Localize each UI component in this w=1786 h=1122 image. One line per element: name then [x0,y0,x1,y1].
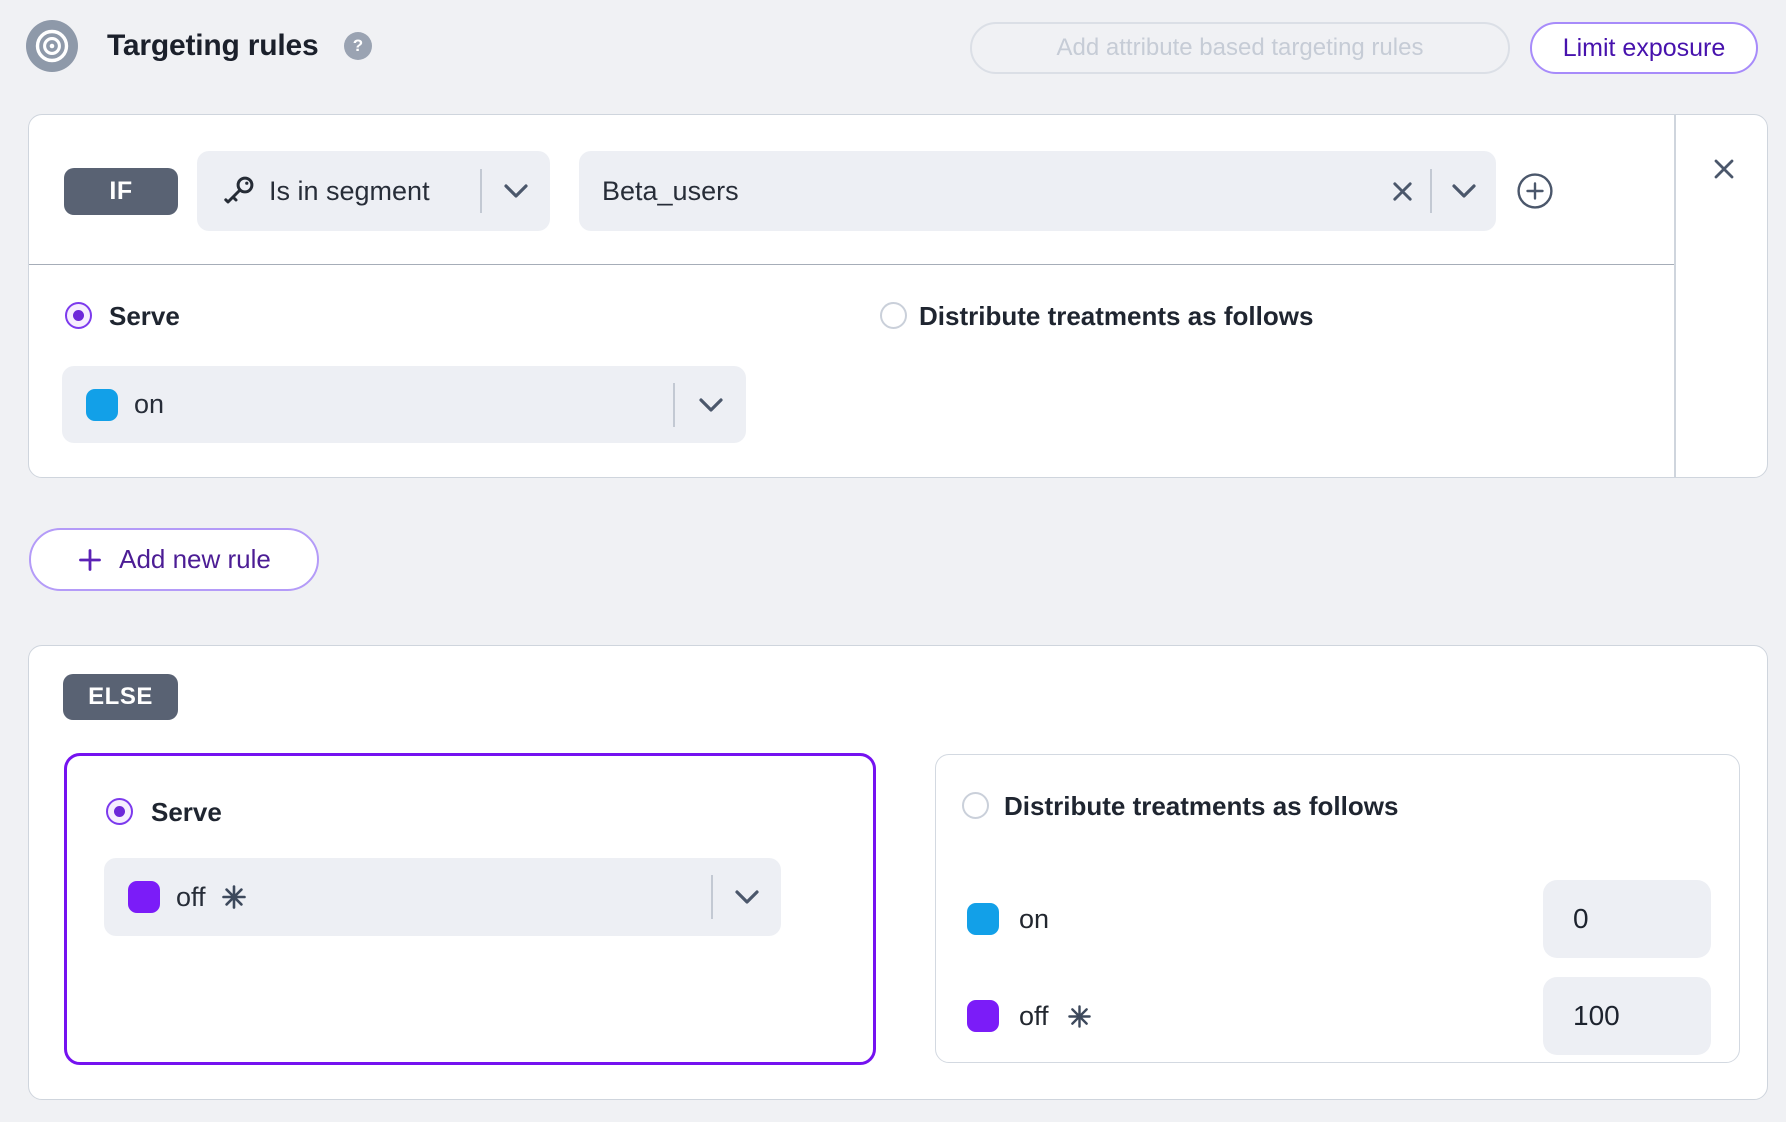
else-serve-section[interactable]: Serve off [64,753,876,1065]
else-badge: ELSE [63,674,178,720]
chevron-down-icon[interactable] [1432,183,1496,199]
limit-exposure-button[interactable]: Limit exposure [1530,22,1758,74]
add-condition-plus-icon[interactable] [1516,172,1554,210]
treatment-name: off [176,882,206,913]
chevron-down-icon[interactable] [713,889,781,905]
segment-value-field[interactable]: Beta_users [579,151,1496,231]
treatment-color-swatch [86,389,118,421]
serve-treatment-select[interactable]: off [104,858,781,936]
matcher-select[interactable]: Is in segment [197,151,550,231]
serve-label: Serve [151,797,222,828]
matcher-label: Is in segment [269,176,430,207]
else-rule-card: ELSE Serve off Distribute treatments as [28,645,1768,1100]
target-icon [24,18,80,79]
plus-icon [77,547,103,573]
serve-radio[interactable] [106,798,133,825]
treatment-color-swatch [128,881,160,913]
default-treatment-asterisk-icon [221,884,247,910]
treatment-row: on [967,880,1711,958]
card-right-divider [1674,115,1676,477]
serve-radio[interactable] [65,302,92,329]
chevron-down-icon[interactable] [482,183,550,199]
distribute-radio[interactable] [880,302,907,329]
else-distribute-section[interactable]: Distribute treatments as follows on off [935,754,1740,1063]
help-icon[interactable]: ? [344,32,372,60]
treatment-name: on [134,389,164,420]
treatment-percentage-input[interactable] [1543,880,1711,958]
treatment-color-swatch [967,1000,999,1032]
rule-section-divider [29,264,1674,266]
segment-value: Beta_users [602,176,739,207]
treatment-row: off [967,977,1711,1055]
serve-treatment-select[interactable]: on [62,366,746,443]
page-title: Targeting rules [107,29,318,63]
if-rule-card: IF Is in segment Beta_users [28,114,1768,478]
key-icon [221,174,256,209]
targeting-rules-page: Targeting rules ? Add attribute based ta… [0,0,1786,1122]
distribute-label: Distribute treatments as follows [1004,791,1398,822]
distribute-radio[interactable] [962,792,989,819]
treatment-percentage-input[interactable] [1543,977,1711,1055]
clear-segment-icon[interactable] [1374,179,1430,204]
add-new-rule-label: Add new rule [119,544,271,575]
if-badge: IF [64,168,178,215]
add-attribute-rules-button[interactable]: Add attribute based targeting rules [970,22,1510,74]
default-treatment-asterisk-icon [1067,1004,1092,1029]
treatment-color-swatch [967,903,999,935]
distribute-label: Distribute treatments as follows [919,301,1313,332]
treatment-name: on [1019,904,1049,935]
treatment-name: off [1019,1001,1049,1032]
chevron-down-icon[interactable] [675,397,746,413]
remove-rule-close-icon[interactable] [1710,155,1738,183]
add-new-rule-button[interactable]: Add new rule [29,528,319,591]
serve-label: Serve [109,301,180,332]
